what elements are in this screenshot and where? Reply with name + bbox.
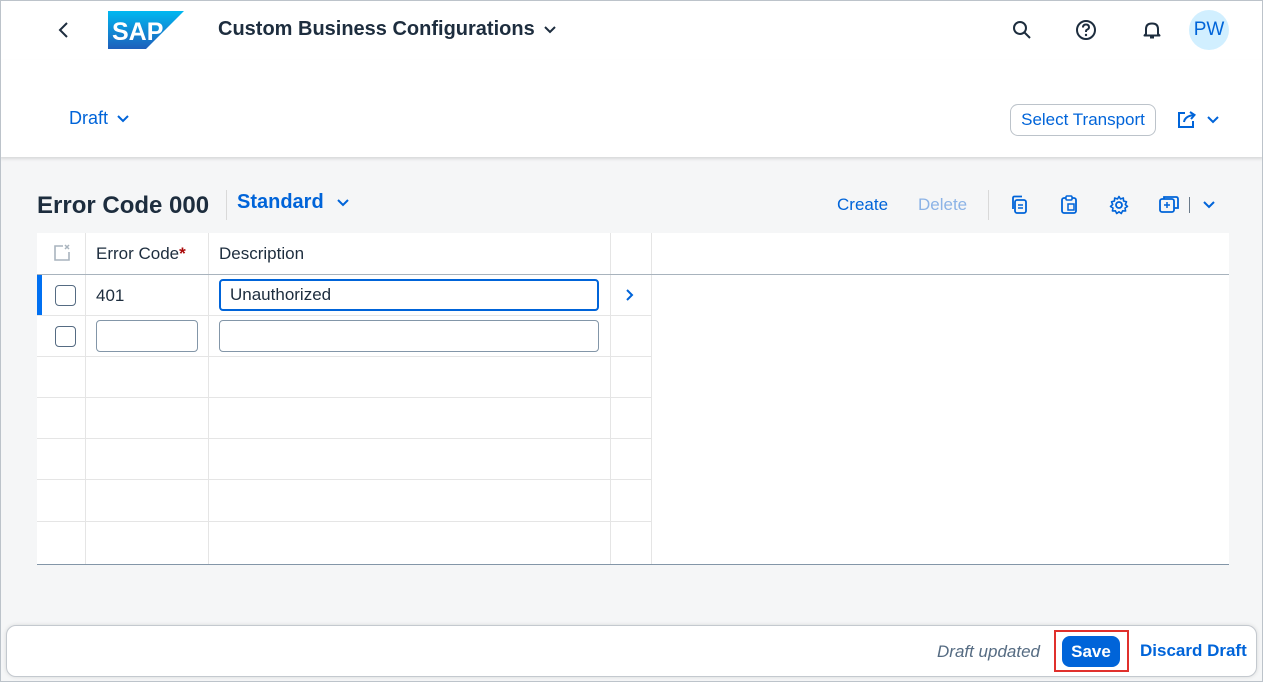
variant-label: Standard xyxy=(237,191,324,213)
search-icon xyxy=(1013,21,1031,39)
draft-label: Draft xyxy=(69,108,109,128)
gear-icon xyxy=(1109,195,1129,215)
notifications-button[interactable] xyxy=(1136,14,1168,46)
row-navigation-button[interactable] xyxy=(620,285,640,305)
error-code-cell: 401 xyxy=(96,286,125,305)
app-title: Custom Business Configurations xyxy=(218,18,535,40)
sap-logo-text: SAP xyxy=(112,18,163,46)
chevron-down-icon xyxy=(543,25,556,33)
select-transport-button[interactable]: Select Transport xyxy=(1010,104,1156,136)
row-separator xyxy=(37,521,652,522)
avatar-initials: PW xyxy=(1193,19,1225,40)
back-button[interactable] xyxy=(48,14,80,46)
back-arrow-icon xyxy=(58,22,68,38)
row-separator xyxy=(37,397,652,398)
settings-button[interactable] xyxy=(1103,190,1135,220)
description-input[interactable] xyxy=(219,320,599,352)
chevron-down-icon xyxy=(117,114,129,122)
row-separator xyxy=(37,356,652,357)
object-page-header: Draft Select Transport xyxy=(0,60,1263,157)
row-highlight xyxy=(37,275,42,315)
delete-button[interactable]: Delete xyxy=(918,195,967,215)
sap-logo[interactable]: SAP xyxy=(108,11,184,49)
share-menu-button[interactable] xyxy=(1170,104,1226,136)
draft-status: Draft updated xyxy=(937,642,1041,661)
toolbar-separator xyxy=(1189,197,1190,213)
paste-icon xyxy=(1061,195,1077,214)
chevron-down-icon xyxy=(336,198,349,206)
row-select-checkbox[interactable] xyxy=(55,326,76,347)
chevron-right-icon xyxy=(626,289,634,301)
help-icon xyxy=(1076,20,1096,40)
user-avatar[interactable]: PW xyxy=(1189,10,1229,50)
help-button[interactable] xyxy=(1070,14,1102,46)
error-code-column xyxy=(86,233,209,564)
clear-selection-icon xyxy=(54,244,70,261)
navigation-column xyxy=(611,233,652,564)
row-select-checkbox[interactable] xyxy=(55,285,76,306)
paste-button[interactable] xyxy=(1053,190,1085,220)
notification-bell-icon xyxy=(1143,22,1161,39)
shell-bar: SAP Custom Business Configurations PW xyxy=(0,0,1263,60)
app-title-menu[interactable]: Custom Business Configurations xyxy=(218,18,557,41)
create-button[interactable]: Create xyxy=(837,195,888,215)
draft-switch[interactable]: Draft xyxy=(69,108,130,129)
header-separator xyxy=(37,274,1229,275)
clear-selection-button[interactable] xyxy=(52,243,72,268)
error-code-header-label: Error Code xyxy=(96,244,180,263)
selection-column xyxy=(37,233,86,564)
footer-toolbar: Draft updated Save Discard Draft xyxy=(6,625,1257,677)
column-header-description[interactable]: Description xyxy=(219,244,304,264)
error-code-input[interactable] xyxy=(96,320,198,352)
chevron-down-icon xyxy=(1207,116,1219,124)
discard-draft-button[interactable]: Discard Draft xyxy=(1140,641,1247,661)
row-separator xyxy=(37,479,652,480)
column-header-error-code[interactable]: Error Code* xyxy=(96,244,186,264)
variant-selector[interactable]: Standard xyxy=(237,191,350,214)
search-button[interactable] xyxy=(1006,14,1038,46)
description-input[interactable] xyxy=(219,279,599,311)
error-code-table: Error Code* Description 401 xyxy=(37,233,1229,565)
copy-icon xyxy=(1012,195,1027,214)
save-button[interactable]: Save xyxy=(1062,636,1120,667)
row-separator xyxy=(37,438,652,439)
export-menu-button[interactable] xyxy=(1193,190,1225,220)
toolbar-separator xyxy=(988,190,989,220)
table-title: Error Code 000 xyxy=(37,192,210,219)
chevron-down-icon xyxy=(1203,201,1215,209)
share-icon xyxy=(1178,111,1197,128)
required-marker: * xyxy=(179,244,186,263)
export-button[interactable] xyxy=(1153,190,1185,220)
export-icon xyxy=(1159,196,1179,213)
row-separator xyxy=(37,315,652,316)
copy-button[interactable] xyxy=(1003,190,1035,220)
title-separator xyxy=(226,190,227,220)
